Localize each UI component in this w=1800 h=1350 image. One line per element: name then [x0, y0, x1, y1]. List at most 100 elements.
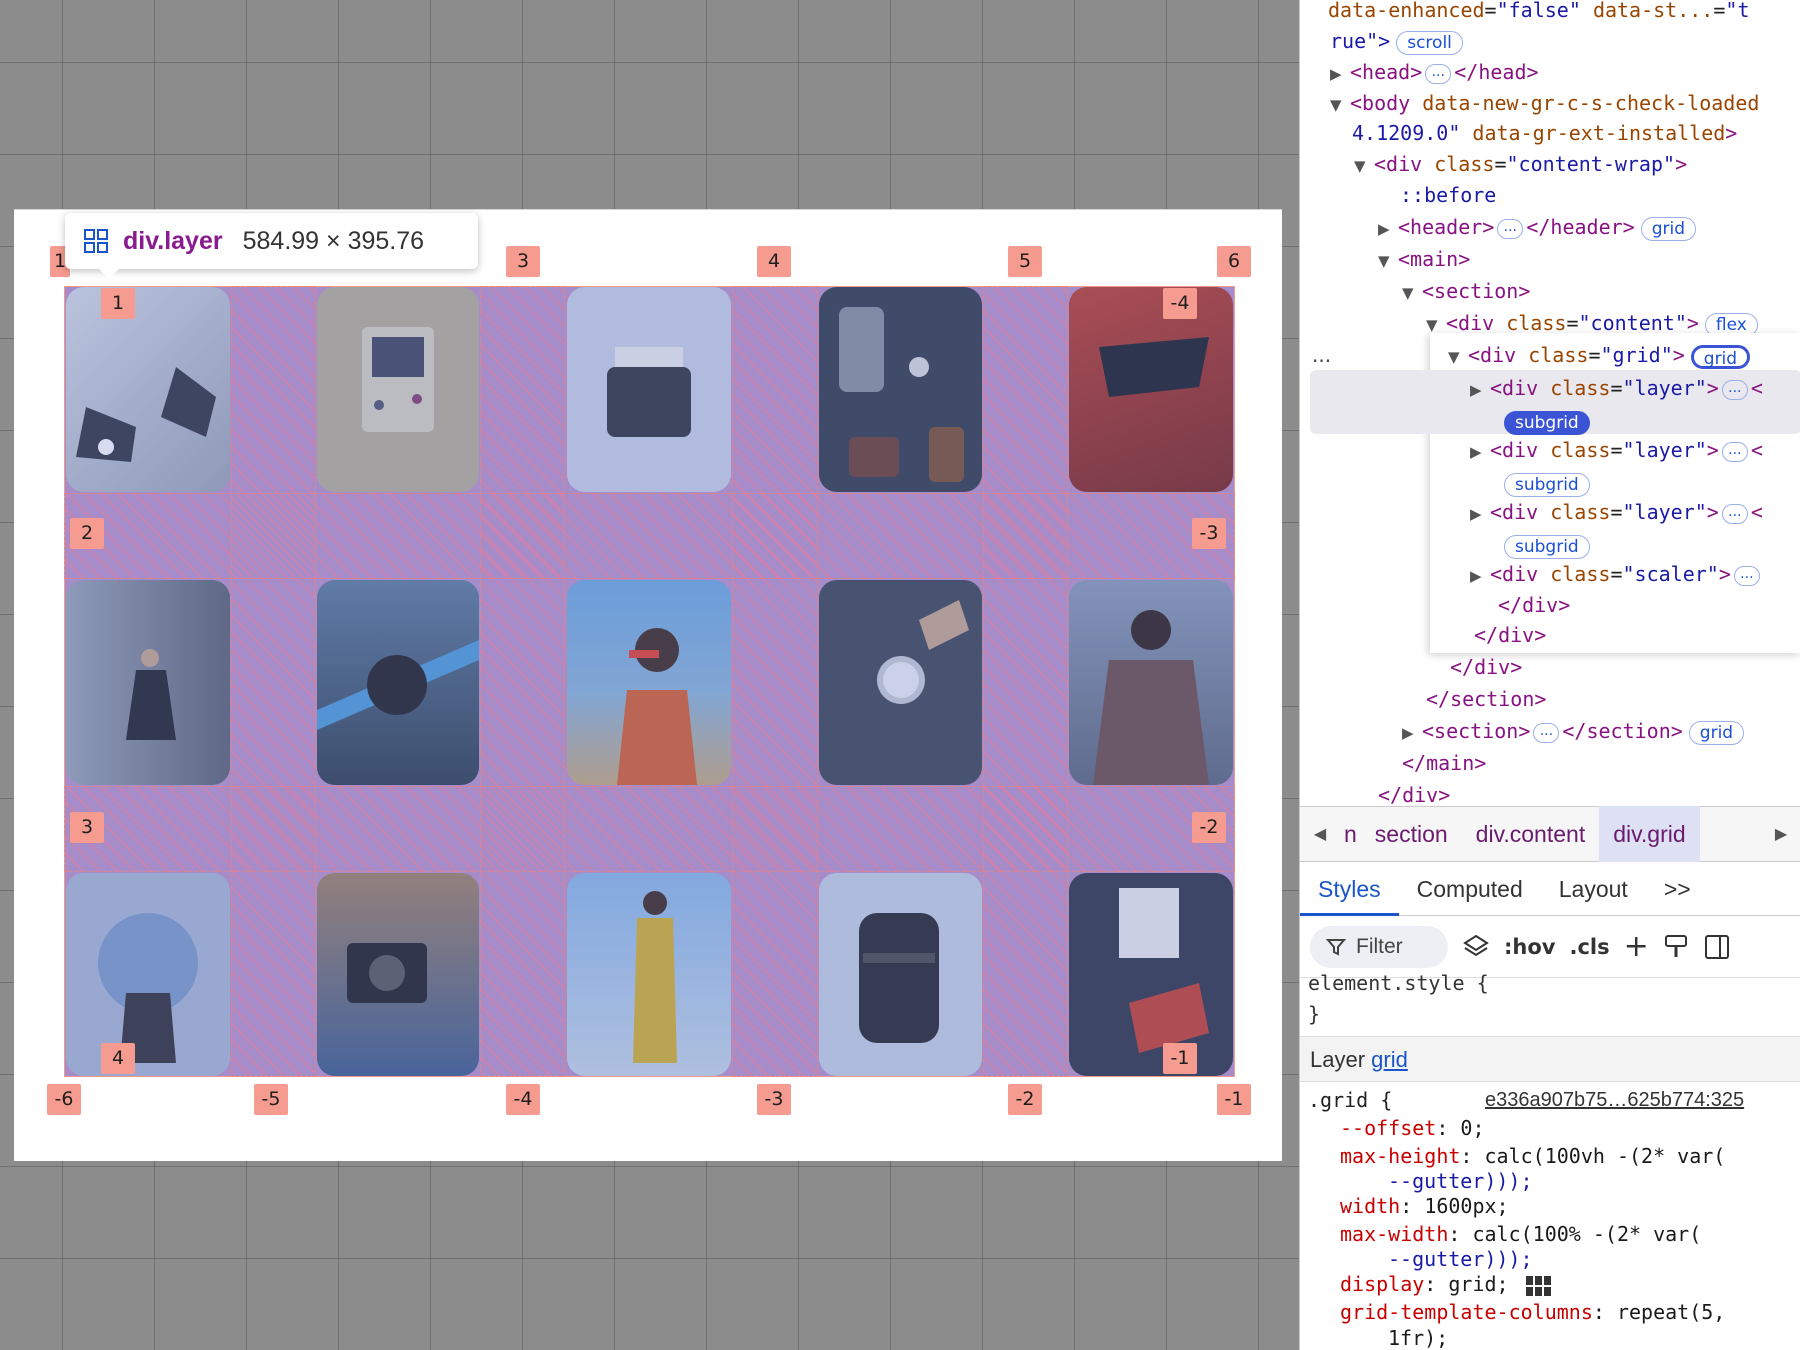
layers-icon[interactable] — [1462, 933, 1490, 961]
photo-typewriter[interactable] — [567, 287, 731, 492]
rule-selector[interactable]: .grid { — [1308, 1087, 1392, 1113]
breadcrumb-item[interactable]: section — [1361, 806, 1462, 862]
photo-arch-person[interactable] — [66, 873, 230, 1076]
dom-node-layer[interactable]: ▶ <div class="layer">... < — [1470, 435, 1763, 465]
grid-col-number-bottom: -5 — [254, 1084, 288, 1115]
breadcrumb-item-active[interactable]: div.grid — [1599, 806, 1700, 862]
grid-badge-active[interactable]: grid — [1690, 344, 1751, 369]
expand-triangle-icon[interactable]: ▶ — [1470, 437, 1490, 467]
dom-node-grid[interactable]: ▼ <div class="grid"> grid — [1448, 340, 1751, 372]
dom-node-section-collapsed[interactable]: ▶ <section>... </section> grid — [1402, 716, 1745, 748]
ellipsis-icon[interactable]: ... — [1425, 63, 1452, 84]
grid-badge[interactable]: grid — [1640, 216, 1696, 241]
tab-layout[interactable]: Layout — [1541, 862, 1646, 916]
filter-input[interactable]: Filter — [1310, 925, 1448, 968]
photo-sneakers[interactable] — [66, 287, 230, 492]
tag-open: <header> — [1398, 215, 1495, 239]
scroll-left-icon[interactable]: ◀ — [1300, 824, 1340, 844]
photo-gameboy[interactable] — [317, 287, 479, 492]
breadcrumb-item[interactable]: div.content — [1462, 806, 1600, 862]
subgrid-badge[interactable]: subgrid — [1504, 534, 1590, 559]
expand-triangle-icon[interactable]: ▶ — [1330, 59, 1350, 89]
dom-node-body[interactable]: ▼ <body data-new-gr-c-s-check-loaded — [1330, 88, 1759, 118]
photo-camera-man[interactable] — [317, 873, 479, 1076]
filter-icon — [1326, 938, 1346, 956]
expand-triangle-icon[interactable]: ▶ — [1402, 718, 1422, 748]
ellipsis-icon[interactable]: ... — [1721, 379, 1748, 400]
sidebar-tabs: Styles Computed Layout >> — [1300, 862, 1800, 916]
tag-open: <div — [1374, 152, 1423, 176]
pseudo-element[interactable]: ::before — [1400, 183, 1496, 207]
tag-close: </main> — [1402, 751, 1487, 775]
dom-node-scaler[interactable]: ▶ <div class="scaler">... — [1470, 559, 1763, 589]
collapse-triangle-icon[interactable]: ▼ — [1354, 151, 1374, 181]
tag-close: </header> — [1526, 215, 1635, 239]
photo-phone-accessories[interactable] — [819, 287, 982, 492]
cls-toggle[interactable]: .cls — [1569, 935, 1609, 959]
attr-value: "grid" — [1600, 343, 1673, 367]
photo-sunglasses-woman[interactable] — [567, 580, 731, 785]
more-actions-icon[interactable]: ... — [1312, 340, 1331, 370]
expand-triangle-icon[interactable]: ▶ — [1470, 499, 1490, 529]
tab-computed[interactable]: Computed — [1399, 862, 1541, 916]
grid-row-number-right: -1 — [1163, 1043, 1197, 1074]
ellipsis-icon[interactable]: ... — [1721, 441, 1748, 462]
paint-roller-icon[interactable] — [1663, 933, 1689, 961]
more-tabs-icon[interactable]: >> — [1646, 862, 1709, 916]
row-gap — [64, 786, 1235, 872]
ellipsis-icon[interactable]: ... — [1497, 218, 1524, 239]
dom-node-head[interactable]: ▶ <head>... </head> — [1330, 57, 1539, 87]
collapse-triangle-icon[interactable]: ▼ — [1378, 246, 1398, 276]
collapse-triangle-icon[interactable]: ▼ — [1402, 278, 1422, 308]
tag-close: </div> — [1450, 655, 1523, 679]
column-gap — [231, 286, 316, 1077]
attr-value: "content-wrap" — [1506, 152, 1676, 176]
hov-toggle[interactable]: :hov — [1504, 935, 1555, 959]
photo-leather-jacket-man[interactable] — [1069, 580, 1233, 785]
collapse-triangle-icon[interactable]: ▼ — [1330, 90, 1350, 120]
photo-woman-sitting[interactable] — [66, 580, 230, 785]
photo-camera-lens[interactable] — [819, 873, 982, 1076]
style-declaration[interactable]: max-width: calc(100% -(2* var( — [1340, 1221, 1701, 1247]
layer-link[interactable]: grid — [1371, 1047, 1408, 1072]
expand-triangle-icon[interactable]: ▶ — [1470, 375, 1490, 405]
scroll-badge[interactable]: scroll — [1396, 30, 1463, 55]
style-declaration[interactable]: width: 1600px; — [1340, 1193, 1509, 1219]
style-declaration[interactable]: --offset: 0; — [1340, 1115, 1485, 1141]
element-style-selector[interactable]: element.style { — [1308, 970, 1489, 996]
expand-triangle-icon[interactable]: ▶ — [1470, 561, 1490, 591]
style-declaration-continuation: --gutter))); — [1388, 1169, 1533, 1193]
dom-node-main[interactable]: ▼ <main> — [1378, 244, 1470, 274]
ellipsis-icon[interactable]: ... — [1733, 565, 1760, 586]
dom-node-content-wrap[interactable]: ▼ <div class="content-wrap"> — [1354, 149, 1687, 179]
grid-editor-icon[interactable] — [1525, 1275, 1553, 1297]
scroll-right-icon[interactable]: ▶ — [1761, 824, 1800, 844]
breadcrumb-item[interactable]: n — [1340, 806, 1361, 862]
subgrid-badge[interactable]: subgrid — [1504, 472, 1590, 497]
style-declaration[interactable]: display: grid; — [1340, 1271, 1553, 1297]
dom-node-layer[interactable]: ▶ <div class="layer">... < — [1470, 373, 1763, 403]
grid-badge[interactable]: grid — [1688, 720, 1745, 745]
style-declaration[interactable]: max-height: calc(100vh -(2* var( — [1340, 1143, 1725, 1169]
add-rule-icon[interactable]: + — [1624, 929, 1649, 964]
dom-node-layer[interactable]: ▶ <div class="layer">... < — [1470, 497, 1763, 527]
collapse-triangle-icon[interactable]: ▼ — [1448, 342, 1468, 372]
grid-row-number-left: 2 — [70, 518, 104, 549]
photo-red-jacket[interactable] — [1069, 287, 1233, 492]
dom-node-header[interactable]: ▶ <header>... </header> grid — [1378, 212, 1696, 242]
photo-onewheel[interactable] — [317, 580, 479, 785]
style-declaration[interactable]: grid-template-columns: repeat(5, — [1340, 1299, 1725, 1325]
photo-wristwatch[interactable] — [819, 580, 982, 785]
toggle-sidebar-icon[interactable] — [1703, 933, 1731, 961]
rule-source-link[interactable]: e336a907b75…625b774:325 — [1485, 1087, 1744, 1113]
expand-triangle-icon[interactable]: ▶ — [1378, 214, 1398, 244]
dom-node-section[interactable]: ▼ <section> — [1402, 276, 1530, 306]
subgrid-badge-active[interactable]: subgrid — [1504, 410, 1590, 435]
ellipsis-icon[interactable]: ... — [1721, 503, 1748, 524]
ellipsis-icon[interactable]: ... — [1533, 722, 1560, 743]
tooltip-element-dimensions: 584.99 × 395.76 — [242, 226, 425, 255]
tag-close: </div> — [1474, 623, 1547, 647]
tab-styles[interactable]: Styles — [1300, 862, 1399, 916]
photo-yellow-outfit[interactable] — [567, 873, 731, 1076]
photo-sneaker-sign[interactable] — [1069, 873, 1233, 1076]
